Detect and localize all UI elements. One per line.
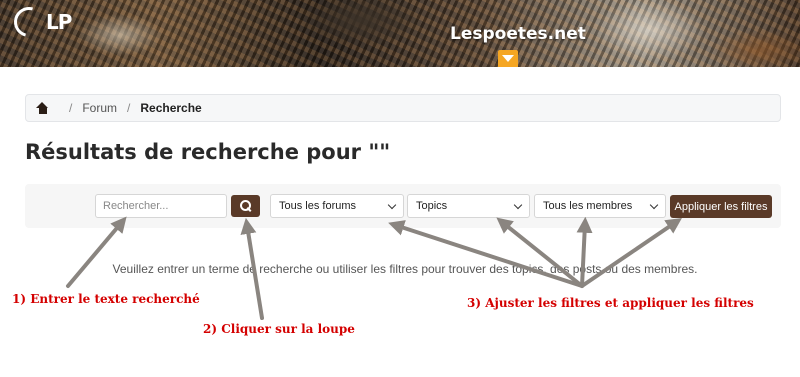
arrow-to-apply-button <box>580 217 682 288</box>
arrow-to-member-select <box>576 216 593 288</box>
menu-toggle-button[interactable] <box>498 50 518 67</box>
type-select[interactable]: Topics <box>407 194 530 218</box>
home-icon[interactable] <box>36 102 49 114</box>
breadcrumb-forum-link[interactable]: Forum <box>82 101 117 115</box>
annotation-step-3: 3) Ajuster les filtres et appliquer les … <box>467 296 754 310</box>
arrow-to-type-select <box>496 217 584 288</box>
page-title: Résultats de recherche pour "" <box>25 140 391 164</box>
search-input[interactable] <box>95 194 227 218</box>
empty-search-message: Veuillez entrer un terme de recherche ou… <box>112 262 698 276</box>
magnifier-icon <box>239 200 252 212</box>
arrow-to-search-input <box>66 216 127 288</box>
arrow-to-forum-select <box>388 220 584 288</box>
forum-select-value: Tous les forums <box>279 200 357 212</box>
member-select-value: Tous les membres <box>543 200 633 212</box>
search-button[interactable] <box>231 195 260 217</box>
breadcrumb: / Forum / Recherche <box>25 94 781 122</box>
breadcrumb-separator: / <box>69 101 73 115</box>
forum-select[interactable]: Tous les forums <box>270 194 404 218</box>
chevron-down-icon <box>387 200 397 209</box>
logo-text: LP <box>46 10 72 34</box>
member-select[interactable]: Tous les membres <box>534 194 666 218</box>
breadcrumb-separator: / <box>127 101 131 115</box>
site-title[interactable]: Lespoetes.net <box>450 24 586 44</box>
type-select-value: Topics <box>416 200 448 212</box>
chevron-down-icon <box>513 200 523 209</box>
chevron-down-icon <box>649 200 659 209</box>
annotation-step-1: 1) Entrer le texte recherché <box>12 292 200 306</box>
caret-down-icon <box>502 55 514 62</box>
breadcrumb-current: Recherche <box>140 101 202 115</box>
annotation-step-2: 2) Cliquer sur la loupe <box>203 322 355 336</box>
header-banner: LP Lespoetes.net <box>0 0 800 67</box>
site-logo[interactable]: LP <box>8 1 78 43</box>
logo-swirl-icon <box>8 1 50 43</box>
apply-filters-button[interactable]: Appliquer les filtres <box>670 195 772 218</box>
